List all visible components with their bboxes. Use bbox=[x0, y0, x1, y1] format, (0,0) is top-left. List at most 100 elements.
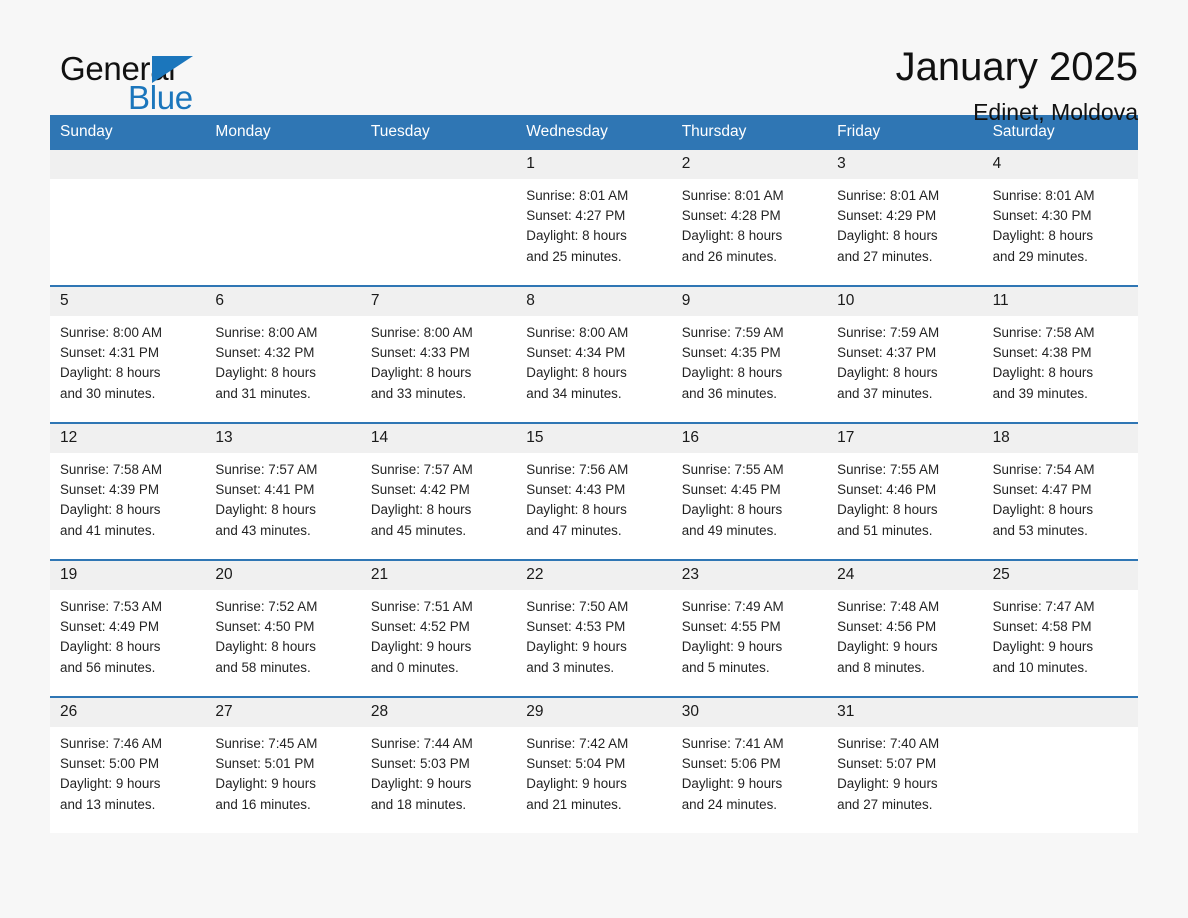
day-cell-28[interactable]: 28 Sunrise: 7:44 AM Sunset: 5:03 PM Dayli… bbox=[360, 698, 517, 833]
day-sun-info: Sunrise: 7:40 AM Sunset: 5:07 PM Dayligh… bbox=[837, 736, 940, 812]
day-cell-12[interactable]: 12 Sunrise: 7:58 AM Sunset: 4:39 PM Dayli… bbox=[50, 424, 206, 559]
day-number: 12 bbox=[50, 424, 206, 453]
day-cell-7[interactable]: 7 Sunrise: 8:00 AM Sunset: 4:33 PM Daylig… bbox=[360, 287, 517, 422]
day-number: 14 bbox=[360, 424, 517, 453]
day-cell-9[interactable]: 9 Sunrise: 7:59 AM Sunset: 4:35 PM Daylig… bbox=[671, 287, 828, 422]
day-sun-info: Sunrise: 8:01 AM Sunset: 4:27 PM Dayligh… bbox=[526, 188, 629, 264]
day-sun-info: Sunrise: 7:49 AM Sunset: 4:55 PM Dayligh… bbox=[681, 599, 784, 675]
day-cell-16[interactable]: 16 Sunrise: 7:55 AM Sunset: 4:45 PM Dayli… bbox=[671, 424, 828, 559]
day-number bbox=[360, 150, 517, 179]
day-number: 19 bbox=[50, 561, 206, 590]
day-sun-info: Sunrise: 8:01 AM Sunset: 4:29 PM Dayligh… bbox=[837, 188, 940, 264]
day-cell-31[interactable]: 31 Sunrise: 7:40 AM Sunset: 5:07 PM Dayli… bbox=[827, 698, 983, 833]
day-number: 25 bbox=[982, 561, 1138, 590]
day-number bbox=[982, 698, 1138, 727]
day-sun-info: Sunrise: 7:56 AM Sunset: 4:43 PM Dayligh… bbox=[526, 462, 629, 538]
day-cell-4[interactable]: 4 Sunrise: 8:01 AM Sunset: 4:30 PM Daylig… bbox=[982, 150, 1138, 285]
day-cell-6[interactable]: 6 Sunrise: 8:00 AM Sunset: 4:32 PM Daylig… bbox=[205, 287, 361, 422]
day-cell-23[interactable]: 23 Sunrise: 7:49 AM Sunset: 4:55 PM Dayli… bbox=[671, 561, 828, 696]
day-number: 7 bbox=[360, 287, 517, 316]
day-cell-11[interactable]: 11 Sunrise: 7:58 AM Sunset: 4:38 PM Dayli… bbox=[982, 287, 1138, 422]
day-number: 20 bbox=[205, 561, 361, 590]
day-sun-info: Sunrise: 7:47 AM Sunset: 4:58 PM Dayligh… bbox=[992, 599, 1095, 675]
day-cell-1[interactable]: 1 Sunrise: 8:01 AM Sunset: 4:27 PM Daylig… bbox=[516, 150, 672, 285]
weekday-header-tuesday: Tuesday bbox=[370, 123, 430, 140]
day-sun-info: Sunrise: 7:52 AM Sunset: 4:50 PM Dayligh… bbox=[215, 599, 318, 675]
day-number bbox=[205, 150, 361, 179]
calendar-week-row: 26 Sunrise: 7:46 AM Sunset: 5:00 PM Dayli… bbox=[50, 696, 1138, 833]
weekday-header-saturday: Saturday bbox=[992, 123, 1055, 140]
day-cell-empty bbox=[50, 150, 206, 285]
day-sun-info bbox=[361, 179, 516, 186]
day-sun-info: Sunrise: 7:59 AM Sunset: 4:35 PM Dayligh… bbox=[681, 325, 784, 401]
day-sun-info: Sunrise: 7:55 AM Sunset: 4:45 PM Dayligh… bbox=[681, 462, 784, 538]
day-cell-21[interactable]: 21 Sunrise: 7:51 AM Sunset: 4:52 PM Dayli… bbox=[360, 561, 517, 696]
day-number: 6 bbox=[205, 287, 361, 316]
day-sun-info: Sunrise: 7:48 AM Sunset: 4:56 PM Dayligh… bbox=[837, 599, 940, 675]
day-cell-10[interactable]: 10 Sunrise: 7:59 AM Sunset: 4:37 PM Dayli… bbox=[827, 287, 983, 422]
day-cell-15[interactable]: 15 Sunrise: 7:56 AM Sunset: 4:43 PM Dayli… bbox=[516, 424, 672, 559]
day-cell-3[interactable]: 3 Sunrise: 8:01 AM Sunset: 4:29 PM Daylig… bbox=[827, 150, 983, 285]
day-cell-26[interactable]: 26 Sunrise: 7:46 AM Sunset: 5:00 PM Dayli… bbox=[50, 698, 206, 833]
day-sun-info: Sunrise: 8:00 AM Sunset: 4:31 PM Dayligh… bbox=[60, 325, 162, 401]
day-cell-24[interactable]: 24 Sunrise: 7:48 AM Sunset: 4:56 PM Dayli… bbox=[827, 561, 983, 696]
day-number: 17 bbox=[827, 424, 983, 453]
weekday-header-thursday: Thursday bbox=[681, 123, 747, 140]
day-number: 30 bbox=[671, 698, 828, 727]
day-cell-27[interactable]: 27 Sunrise: 7:45 AM Sunset: 5:01 PM Dayli… bbox=[205, 698, 361, 833]
day-sun-info bbox=[983, 727, 1138, 734]
day-number: 1 bbox=[516, 150, 672, 179]
day-cell-30[interactable]: 30 Sunrise: 7:41 AM Sunset: 5:06 PM Dayli… bbox=[671, 698, 828, 833]
day-number: 10 bbox=[827, 287, 983, 316]
day-sun-info: Sunrise: 7:41 AM Sunset: 5:06 PM Dayligh… bbox=[681, 736, 784, 812]
day-number: 31 bbox=[827, 698, 983, 727]
day-cell-17[interactable]: 17 Sunrise: 7:55 AM Sunset: 4:46 PM Dayli… bbox=[827, 424, 983, 559]
page-header: General Blue January 2025 Edinet, Moldov… bbox=[50, 0, 1138, 125]
page-title: January 2025 bbox=[895, 45, 1138, 89]
day-cell-18[interactable]: 18 Sunrise: 7:54 AM Sunset: 4:47 PM Dayli… bbox=[982, 424, 1138, 559]
day-cell-empty bbox=[205, 150, 361, 285]
day-sun-info: Sunrise: 7:46 AM Sunset: 5:00 PM Dayligh… bbox=[60, 736, 162, 812]
day-sun-info: Sunrise: 7:53 AM Sunset: 4:49 PM Dayligh… bbox=[60, 599, 162, 675]
day-number: 16 bbox=[671, 424, 828, 453]
day-sun-info: Sunrise: 8:00 AM Sunset: 4:33 PM Dayligh… bbox=[370, 325, 473, 401]
day-cell-29[interactable]: 29 Sunrise: 7:42 AM Sunset: 5:04 PM Dayli… bbox=[516, 698, 672, 833]
calendar-page: General Blue January 2025 Edinet, Moldov… bbox=[0, 0, 1188, 918]
day-number: 5 bbox=[50, 287, 206, 316]
day-number: 15 bbox=[516, 424, 672, 453]
day-sun-info: Sunrise: 8:00 AM Sunset: 4:34 PM Dayligh… bbox=[526, 325, 629, 401]
calendar-week-row: 12 Sunrise: 7:58 AM Sunset: 4:39 PM Dayli… bbox=[50, 422, 1138, 559]
day-sun-info: Sunrise: 8:01 AM Sunset: 4:28 PM Dayligh… bbox=[681, 188, 784, 264]
day-sun-info: Sunrise: 7:42 AM Sunset: 5:04 PM Dayligh… bbox=[526, 736, 629, 812]
day-number: 29 bbox=[516, 698, 672, 727]
day-number: 24 bbox=[827, 561, 983, 590]
title-block: January 2025 Edinet, Moldova bbox=[896, 44, 1138, 126]
day-number: 26 bbox=[50, 698, 206, 727]
day-cell-20[interactable]: 20 Sunrise: 7:52 AM Sunset: 4:50 PM Dayli… bbox=[205, 561, 361, 696]
day-sun-info: Sunrise: 7:59 AM Sunset: 4:37 PM Dayligh… bbox=[837, 325, 940, 401]
day-cell-2[interactable]: 2 Sunrise: 8:01 AM Sunset: 4:28 PM Daylig… bbox=[671, 150, 828, 285]
day-cell-19[interactable]: 19 Sunrise: 7:53 AM Sunset: 4:49 PM Dayli… bbox=[50, 561, 206, 696]
day-sun-info: Sunrise: 7:57 AM Sunset: 4:41 PM Dayligh… bbox=[215, 462, 318, 538]
day-cell-13[interactable]: 13 Sunrise: 7:57 AM Sunset: 4:41 PM Dayli… bbox=[205, 424, 361, 559]
day-number: 8 bbox=[516, 287, 672, 316]
day-cell-25[interactable]: 25 Sunrise: 7:47 AM Sunset: 4:58 PM Dayli… bbox=[982, 561, 1138, 696]
day-cell-5[interactable]: 5 Sunrise: 8:00 AM Sunset: 4:31 PM Daylig… bbox=[50, 287, 206, 422]
day-cell-8[interactable]: 8 Sunrise: 8:00 AM Sunset: 4:34 PM Daylig… bbox=[516, 287, 672, 422]
day-number: 22 bbox=[516, 561, 672, 590]
calendar-table: Sunday Monday Tuesday Wednesday Thursday Frid… bbox=[50, 115, 1138, 833]
day-number bbox=[50, 150, 206, 179]
day-cell-22[interactable]: 22 Sunrise: 7:50 AM Sunset: 4:53 PM Dayli… bbox=[516, 561, 672, 696]
general-blue-logo[interactable]: General Blue bbox=[50, 44, 250, 124]
calendar-week-row: 19 Sunrise: 7:53 AM Sunset: 4:49 PM Dayli… bbox=[50, 559, 1138, 696]
day-number: 11 bbox=[982, 287, 1138, 316]
day-cell-empty bbox=[360, 150, 517, 285]
day-sun-info: Sunrise: 7:51 AM Sunset: 4:52 PM Dayligh… bbox=[370, 599, 473, 675]
day-number: 4 bbox=[982, 150, 1138, 179]
calendar-week-row: 1 Sunrise: 8:01 AM Sunset: 4:27 PM Daylig… bbox=[50, 150, 1138, 285]
day-sun-info: Sunrise: 7:45 AM Sunset: 5:01 PM Dayligh… bbox=[215, 736, 318, 812]
day-cell-14[interactable]: 14 Sunrise: 7:57 AM Sunset: 4:42 PM Dayli… bbox=[360, 424, 517, 559]
day-sun-info: Sunrise: 7:54 AM Sunset: 4:47 PM Dayligh… bbox=[992, 462, 1095, 538]
day-number: 18 bbox=[982, 424, 1138, 453]
day-number: 3 bbox=[827, 150, 983, 179]
